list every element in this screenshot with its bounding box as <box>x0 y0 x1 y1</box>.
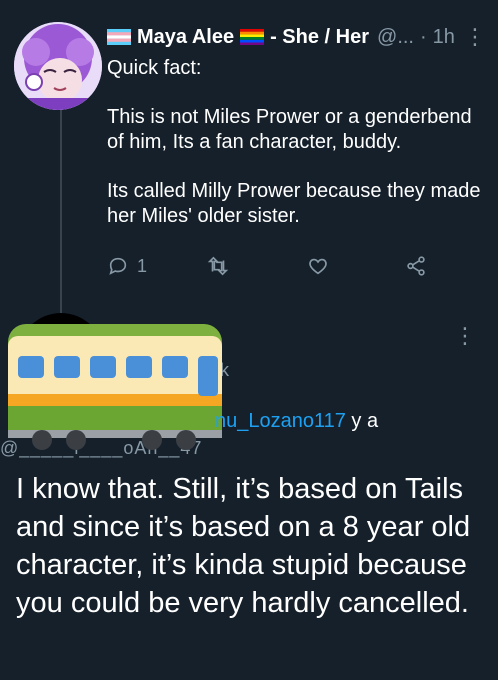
avatar[interactable] <box>14 22 102 110</box>
tweet-line: Its called Milly Prower because they mad… <box>107 180 481 227</box>
reply-count: 1 <box>137 255 148 276</box>
more-icon[interactable]: ⋮ <box>454 323 476 349</box>
reply-text: I know that. Still, it’s based on Tails … <box>16 473 471 619</box>
tweet-timestamp[interactable]: 1h <box>433 26 455 49</box>
thread-connector <box>60 96 62 316</box>
tweet-text: Quick fact: This is not Miles Prower or … <box>107 56 487 229</box>
retweet-icon <box>207 256 229 276</box>
more-icon[interactable]: ⋮ <box>464 26 486 48</box>
like-icon <box>309 258 327 275</box>
reply-icon <box>109 257 127 275</box>
like-button[interactable] <box>307 255 329 277</box>
replying-to-suffix: y a <box>345 410 379 432</box>
avatar-illustration <box>14 22 102 110</box>
retweet-button[interactable] <box>207 255 229 277</box>
train-car-emoji <box>8 324 222 450</box>
replying-to: nu_Lozano117 y a <box>215 410 378 433</box>
author-pronouns: - She / Her <box>270 25 370 48</box>
tweet-header: Maya Alee - She / Her @... · 1h <box>107 22 488 52</box>
replying-to-link[interactable]: nu_Lozano117 <box>215 410 346 432</box>
author-name[interactable]: Maya Alee <box>137 26 234 49</box>
separator-dot: · <box>420 25 427 48</box>
author-handle[interactable]: @... <box>377 26 414 49</box>
share-icon <box>407 256 425 276</box>
trans-flag-icon <box>107 29 131 45</box>
share-button[interactable] <box>405 255 427 277</box>
timeline: Maya Alee - She / Her @... · 1h ⋮ Quick … <box>0 0 498 680</box>
tweet-actions: 1 <box>107 255 437 283</box>
tweet-line: Quick fact: <box>107 57 202 79</box>
tweet-line: This is not Miles Prower or a genderbend… <box>107 106 472 153</box>
rainbow-flag-icon <box>240 29 265 45</box>
reply-button[interactable]: 1 <box>107 255 147 277</box>
